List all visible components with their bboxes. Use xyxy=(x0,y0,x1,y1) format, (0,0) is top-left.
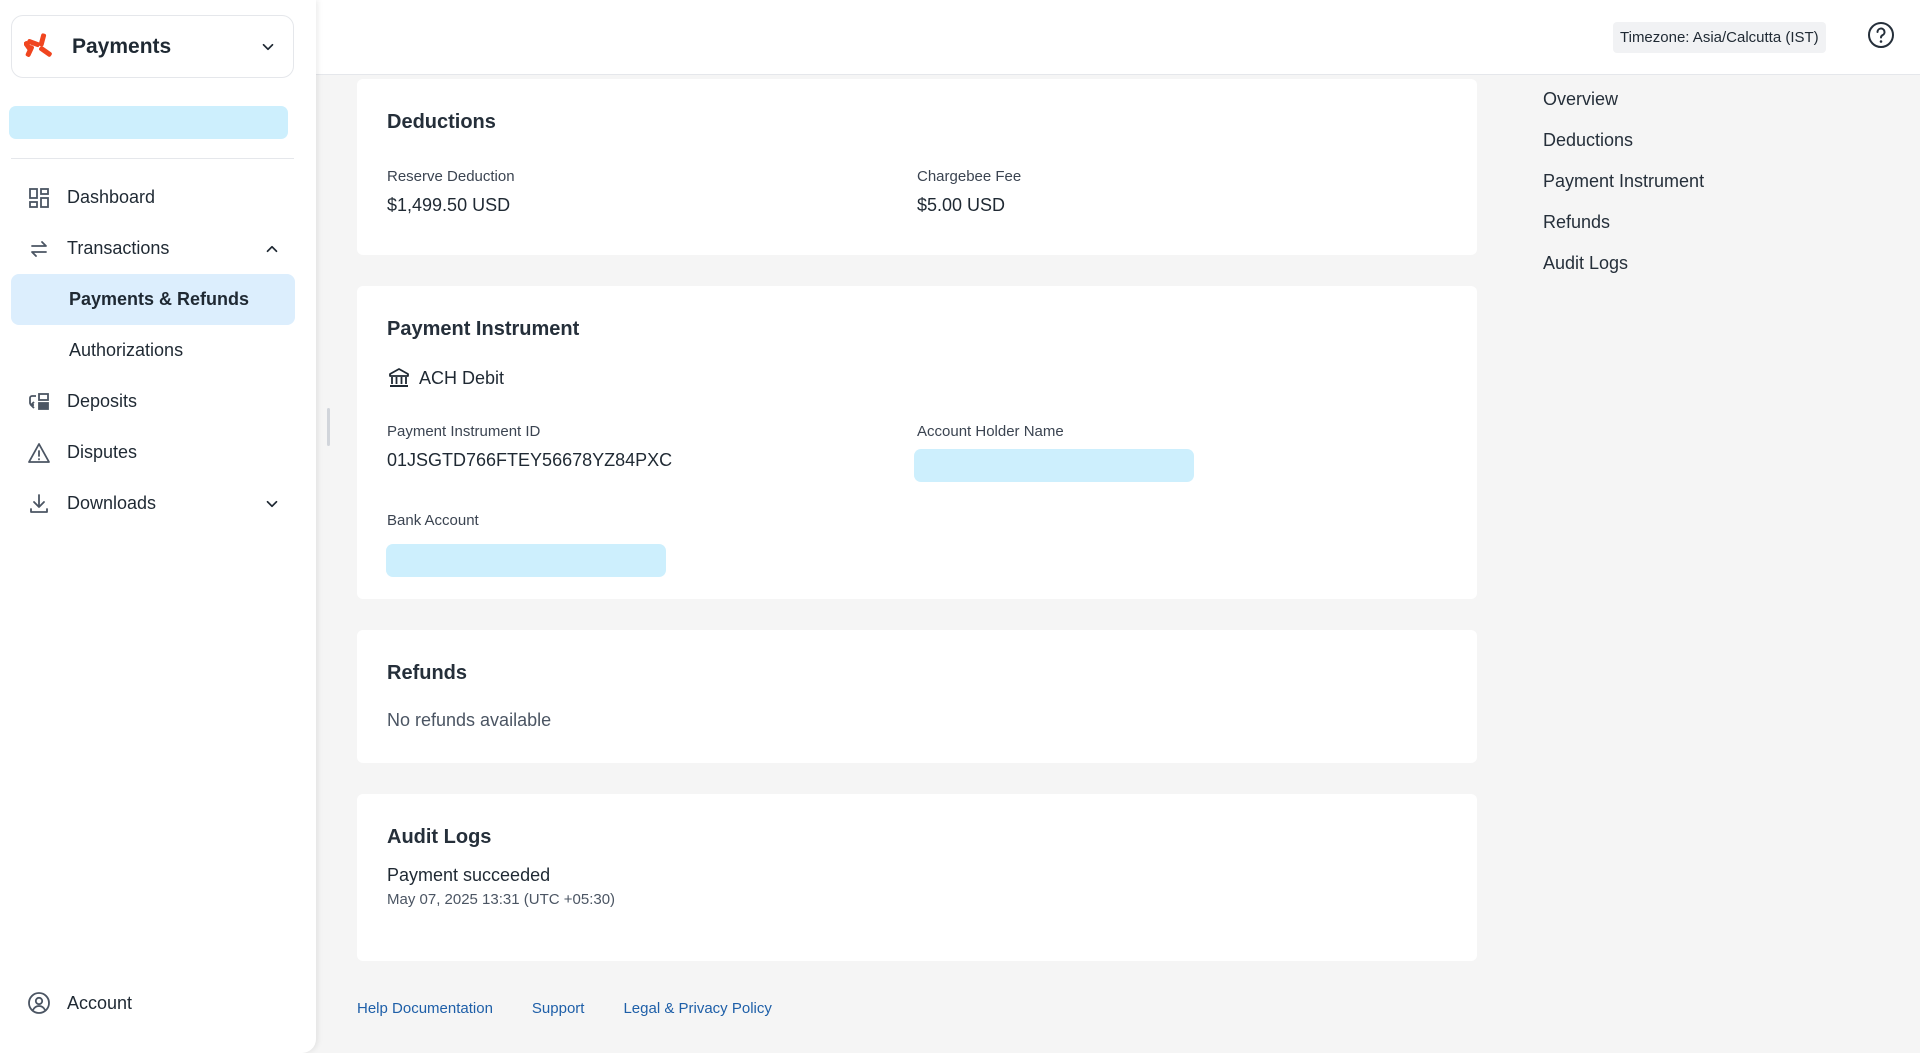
sidebar-item-deposits[interactable]: Deposits xyxy=(11,376,295,427)
toc-payment-instrument[interactable]: Payment Instrument xyxy=(1543,168,1704,209)
footer: Help Documentation Support Legal & Priva… xyxy=(357,1000,811,1017)
topbar: Timezone: Asia/Calcutta (IST) xyxy=(316,0,1920,75)
transfer-arrows-icon xyxy=(27,237,51,261)
divider xyxy=(11,158,294,159)
download-icon xyxy=(27,492,51,516)
sidebar-item-label: Disputes xyxy=(67,442,138,462)
toc-overview[interactable]: Overview xyxy=(1543,86,1704,127)
refunds-card: Refunds No refunds available xyxy=(357,630,1477,763)
audit-entry: Payment succeeded xyxy=(387,865,551,885)
sidebar-item-label: Deposits xyxy=(67,391,138,411)
refunds-title: Refunds xyxy=(387,662,467,684)
app-switcher[interactable]: Payments xyxy=(11,15,294,78)
deductions-card: Deductions Reserve Deduction $1,499.50 U… xyxy=(357,79,1477,255)
refunds-empty-message: No refunds available xyxy=(387,710,552,730)
instrument-id-value: 01JSGTD766FTEY56678YZ84PXC xyxy=(387,450,673,470)
bank-account-label: Bank Account xyxy=(387,512,479,529)
audit-logs-title: Audit Logs xyxy=(387,826,492,848)
page-toc: Overview Deductions Payment Instrument R… xyxy=(1543,86,1704,291)
sidebar-item-downloads[interactable]: Downloads xyxy=(11,478,295,529)
instrument-type: ACH Debit xyxy=(419,368,505,388)
toc-audit-logs[interactable]: Audit Logs xyxy=(1543,250,1704,291)
bank-account-redacted xyxy=(386,544,666,577)
account-label: Account xyxy=(67,992,133,1013)
chevron-up-icon xyxy=(266,245,278,252)
account-holder-redacted xyxy=(914,449,1194,482)
account-holder-label: Account Holder Name xyxy=(917,423,1064,440)
user-circle-icon xyxy=(27,991,51,1015)
sidebar-item-payments-refunds[interactable]: Payments & Refunds xyxy=(11,274,295,325)
sidebar-item-disputes[interactable]: Disputes xyxy=(11,427,295,478)
sidebar-resize-handle[interactable] xyxy=(327,408,330,446)
deposits-icon xyxy=(27,390,51,414)
legal-privacy-link[interactable]: Legal & Privacy Policy xyxy=(623,1000,771,1017)
help-documentation-link[interactable]: Help Documentation xyxy=(357,1000,493,1017)
app-name: Payments xyxy=(72,34,172,58)
instrument-id-label: Payment Instrument ID xyxy=(387,423,541,440)
toc-deductions[interactable]: Deductions xyxy=(1543,127,1704,168)
chargebee-logo-icon xyxy=(24,32,52,57)
sidebar-item-transactions[interactable]: Transactions xyxy=(11,223,295,274)
sidebar-item-label: Transactions xyxy=(67,238,170,258)
help-icon[interactable] xyxy=(1867,21,1895,49)
chevron-down-icon xyxy=(266,500,278,507)
toc-refunds[interactable]: Refunds xyxy=(1543,209,1704,250)
reserve-deduction-value: $1,499.50 USD xyxy=(387,195,511,215)
dashboard-icon xyxy=(27,186,51,210)
payment-instrument-card: Payment Instrument ACH Debit Payment Ins… xyxy=(357,286,1477,599)
sidebar: Payments Dashboard Transactions Payments… xyxy=(0,0,316,1053)
reserve-deduction-label: Reserve Deduction xyxy=(387,168,515,185)
sidebar-nav: Dashboard Transactions Payments & Refund… xyxy=(11,172,295,529)
sidebar-item-label: Downloads xyxy=(67,493,157,513)
redacted-field xyxy=(9,106,288,139)
deductions-title: Deductions xyxy=(387,111,496,133)
payment-instrument-title: Payment Instrument xyxy=(387,318,580,340)
sidebar-item-dashboard[interactable]: Dashboard xyxy=(11,172,295,223)
account-link[interactable]: Account xyxy=(27,991,132,1015)
bank-icon xyxy=(389,368,409,387)
chargebee-fee-value: $5.00 USD xyxy=(917,195,1006,215)
timezone-badge[interactable]: Timezone: Asia/Calcutta (IST) xyxy=(1613,22,1826,53)
warning-triangle-icon xyxy=(27,441,51,465)
support-link[interactable]: Support xyxy=(532,1000,585,1017)
chevron-down-icon xyxy=(262,43,274,50)
chargebee-fee-label: Chargebee Fee xyxy=(917,168,1022,185)
audit-logs-card: Audit Logs Payment succeeded May 07, 202… xyxy=(357,794,1477,961)
sidebar-item-authorizations[interactable]: Authorizations xyxy=(11,325,295,376)
audit-timestamp: May 07, 2025 13:31 (UTC +05:30) xyxy=(387,891,616,908)
sidebar-item-label: Dashboard xyxy=(67,187,156,207)
